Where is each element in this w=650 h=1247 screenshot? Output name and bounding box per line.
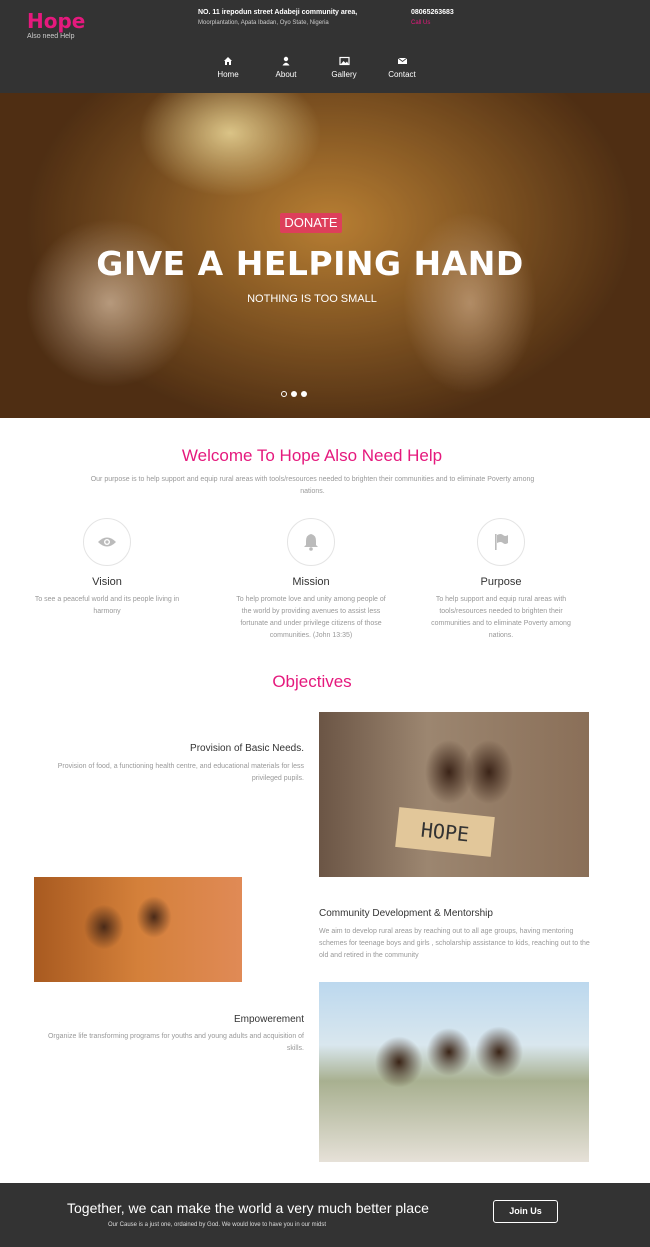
objective-title-empowerment: Empowerement	[233, 1014, 304, 1025]
nav-label-about: About	[275, 70, 297, 79]
feature-title-vision: Vision	[92, 576, 122, 588]
welcome-text: Our purpose is to help support and equip…	[90, 476, 535, 495]
image-icon	[315, 56, 373, 68]
nav-label-home: Home	[217, 70, 239, 79]
logo[interactable]: Hope Also need Help	[27, 10, 85, 40]
donate-button[interactable]: DONATE	[280, 213, 342, 233]
footer-cta: Together, we can make the world a very m…	[0, 1183, 650, 1247]
nav-label-gallery: Gallery	[331, 70, 357, 79]
objective-title-community: Community Development & Mentorship	[319, 908, 493, 919]
slider-dot-2[interactable]	[291, 391, 297, 397]
feature-mission: Mission To help promote love and unity a…	[231, 518, 391, 642]
join-us-button[interactable]: Join Us	[493, 1200, 558, 1223]
footer-title: Together, we can make the world a very m…	[67, 1200, 429, 1216]
hope-sign: HOPE	[395, 807, 495, 857]
user-icon	[257, 56, 315, 68]
slider-dot-3[interactable]	[301, 391, 307, 397]
address-block: NO. 11 irepodun street Adabeji community…	[198, 9, 357, 26]
boys-group-photo	[319, 982, 589, 1162]
phone-number: 08065263683	[411, 9, 454, 16]
hero-subtitle: NOTHING IS TOO SMALL	[247, 293, 377, 305]
objectives-title: Objectives	[272, 672, 352, 691]
smiling-children-photo	[34, 877, 242, 982]
hero-title: GIVE A HELPING HAND	[96, 244, 524, 283]
slider-dot-1[interactable]	[281, 391, 287, 397]
feature-text-mission: To help promote love and unity among peo…	[236, 596, 386, 639]
envelope-icon	[373, 56, 431, 68]
address-line-1: NO. 11 irepodun street Adabeji community…	[198, 9, 358, 16]
eye-icon	[83, 518, 131, 566]
feature-vision: Vision To see a peaceful world and its p…	[27, 518, 187, 618]
home-icon	[199, 56, 257, 68]
objective-title-basic-needs: Provision of Basic Needs.	[190, 743, 304, 754]
feature-purpose: Purpose To help support and equip rural …	[421, 518, 581, 642]
logo-title: Hope	[27, 9, 86, 33]
address-line-2: Moorplantation, Apata Ibadan, Oyo State,…	[198, 20, 329, 26]
slider-dots	[281, 391, 307, 397]
children-hope-photo: HOPE	[319, 712, 589, 877]
main-nav: Home About Gallery Contact	[199, 56, 431, 79]
objective-text-basic-needs: Provision of food, a functioning health …	[57, 763, 304, 782]
nav-label-contact: Contact	[388, 70, 416, 79]
feature-text-purpose: To help support and equip rural areas wi…	[431, 596, 571, 639]
nav-item-gallery[interactable]: Gallery	[315, 56, 373, 79]
flag-icon	[477, 518, 525, 566]
nav-item-home[interactable]: Home	[199, 56, 257, 79]
objective-text-empowerment: Organize life transforming programs for …	[47, 1033, 304, 1052]
hero-slider: DONATE GIVE A HELPING HAND NOTHING IS TO…	[0, 93, 650, 418]
welcome-title: Welcome To Hope Also Need Help	[181, 446, 443, 465]
logo-subtitle: Also need Help	[27, 33, 75, 40]
call-us-link[interactable]: Call Us	[411, 20, 454, 26]
feature-title-purpose: Purpose	[480, 576, 522, 588]
feature-text-vision: To see a peaceful world and its people l…	[34, 596, 180, 615]
nav-item-contact[interactable]: Contact	[373, 56, 431, 79]
site-header: Hope Also need Help NO. 11 irepodun stre…	[0, 0, 650, 93]
footer-text: Our Cause is a just one, ordained by God…	[108, 1222, 327, 1228]
feature-title-mission: Mission	[292, 576, 330, 588]
contact-block: 08065263683 Call Us	[411, 9, 454, 26]
nav-item-about[interactable]: About	[257, 56, 315, 79]
bell-icon	[287, 518, 335, 566]
objective-text-community: We aim to develop rural areas by reachin…	[319, 928, 590, 959]
